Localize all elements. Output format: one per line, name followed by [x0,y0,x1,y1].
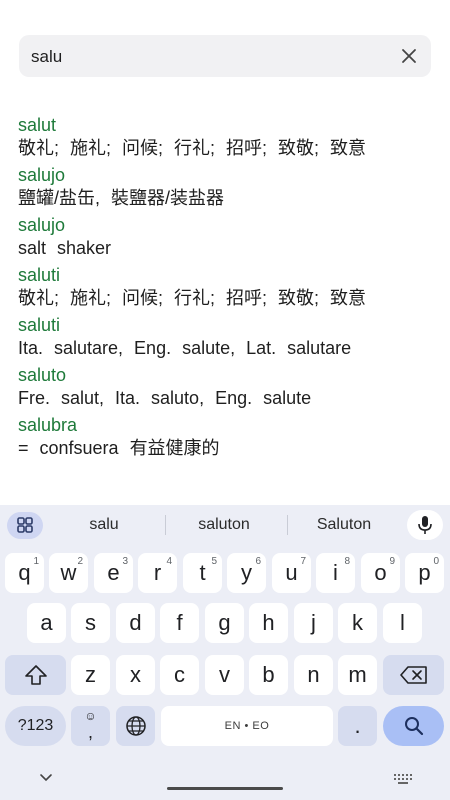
entry-headword: saluti [18,265,61,285]
key-x[interactable]: x [116,655,155,695]
suggestion-2[interactable]: saluton [170,505,278,545]
key-hint: 4 [166,556,172,567]
apps-grid-icon[interactable] [7,512,43,539]
chevron-down-icon[interactable] [38,772,54,784]
key-z[interactable]: z [71,655,110,695]
search-input[interactable] [29,35,393,79]
key-u[interactable]: u7 [272,553,311,593]
key-hint: 0 [433,556,439,567]
shift-key[interactable] [5,655,66,695]
key-q[interactable]: q1 [5,553,44,593]
key-a[interactable]: a [27,603,66,643]
key-y[interactable]: y6 [227,553,266,593]
key-label: i [333,560,338,585]
results-list: salut 敬礼; 施礼; 问候; 行礼; 招呼; 致敬; 致意 salujo … [0,113,450,505]
list-item[interactable]: salut 敬礼; 施礼; 问候; 行礼; 招呼; 致敬; 致意 [0,113,450,159]
key-label: p [418,560,431,585]
home-gesture-handle[interactable] [167,787,283,790]
key-w[interactable]: w2 [49,553,88,593]
key-i[interactable]: i8 [316,553,355,593]
key-t[interactable]: t5 [183,553,222,593]
key-d[interactable]: d [116,603,155,643]
list-item[interactable]: salujo 鹽罐/盐缶, 裝鹽器/装盐器 [0,163,450,209]
comma-label: , [87,722,93,742]
key-h[interactable]: h [249,603,288,643]
search-key[interactable] [383,706,444,746]
key-o[interactable]: o9 [361,553,400,593]
entry-headword: salubra [18,415,78,435]
key-label: e [107,560,120,585]
key-e[interactable]: e3 [94,553,133,593]
key-n[interactable]: n [294,655,333,695]
globe-icon [125,716,146,736]
key-p[interactable]: p0 [405,553,444,593]
divider [287,515,288,535]
list-item[interactable]: saluti Ita. salutare, Eng. salute, Lat. … [0,313,450,359]
microphone-icon[interactable] [407,510,443,540]
key-g[interactable]: g [205,603,244,643]
key-hint: 8 [344,556,350,567]
entry-definition: Ita. salutare, Eng. salute, Lat. salutar… [18,338,352,358]
close-icon[interactable] [399,46,419,66]
key-label: t [199,560,206,585]
key-r[interactable]: r4 [138,553,177,593]
key-b[interactable]: b [249,655,288,695]
suggestion-1[interactable]: salu [50,505,158,545]
entry-headword: salujo [18,215,66,235]
shift-icon [24,665,47,685]
key-hint: 1 [33,556,39,567]
entry-definition: 敬礼; 施礼; 问候; 行礼; 招呼; 致敬; 致意 [18,288,367,308]
key-k[interactable]: k [338,603,377,643]
entry-headword: salujo [18,165,66,185]
key-hint: 6 [255,556,261,567]
suggestion-strip: salu saluton Saluton [0,505,450,545]
entry-definition: = confsuera 有益健康的 [18,438,220,458]
backspace-icon [399,666,427,684]
key-label: r [153,560,162,585]
entry-headword: salut [18,115,57,135]
on-screen-keyboard: salu saluton Saluton q1 w2 e3 r4 t5 y6 u… [0,505,450,800]
keyboard-switch-icon[interactable] [393,773,413,785]
key-hint: 7 [300,556,306,567]
key-m[interactable]: m [338,655,377,695]
list-item[interactable]: saluto Fre. salut, Ita. saluto, Eng. sal… [0,363,450,409]
key-hint: 2 [77,556,83,567]
key-label: w [60,560,77,585]
navigation-bar [0,760,450,800]
key-hint: 5 [211,556,217,567]
key-v[interactable]: v [205,655,244,695]
key-hint: 9 [389,556,395,567]
key-l[interactable]: l [383,603,422,643]
entry-definition: 敬礼; 施礼; 问候; 行礼; 招呼; 致敬; 致意 [18,138,367,158]
period-key[interactable]: . [338,706,377,746]
key-s[interactable]: s [71,603,110,643]
key-label: o [374,560,387,585]
emoji-comma-key[interactable]: ☺ , [71,706,110,746]
language-key[interactable] [116,706,155,746]
entry-definition: 鹽罐/盐缶, 裝鹽器/装盐器 [18,188,225,208]
key-j[interactable]: j [294,603,333,643]
entry-headword: saluto [18,365,67,385]
key-f[interactable]: f [160,603,199,643]
entry-definition: Fre. salut, Ita. saluto, Eng. salute [18,388,312,408]
divider [165,515,166,535]
suggestion-3[interactable]: Saluton [290,505,398,545]
list-item[interactable]: salujo salt shaker [0,213,450,259]
key-hint: 3 [122,556,128,567]
backspace-key[interactable] [383,655,444,695]
key-label: u [285,560,298,585]
search-bar [19,35,431,79]
entry-headword: saluti [18,315,61,335]
symbols-key[interactable]: ?123 [5,706,66,746]
search-icon [404,717,423,736]
key-c[interactable]: c [160,655,199,695]
entry-definition: salt shaker [18,238,112,258]
key-label: y [241,560,252,585]
list-item[interactable]: salubra = confsuera 有益健康的 [0,413,450,459]
list-item[interactable]: saluti 敬礼; 施礼; 问候; 行礼; 招呼; 致敬; 致意 [0,263,450,309]
key-label: q [18,560,31,585]
space-key[interactable]: EN • EO [161,706,333,746]
